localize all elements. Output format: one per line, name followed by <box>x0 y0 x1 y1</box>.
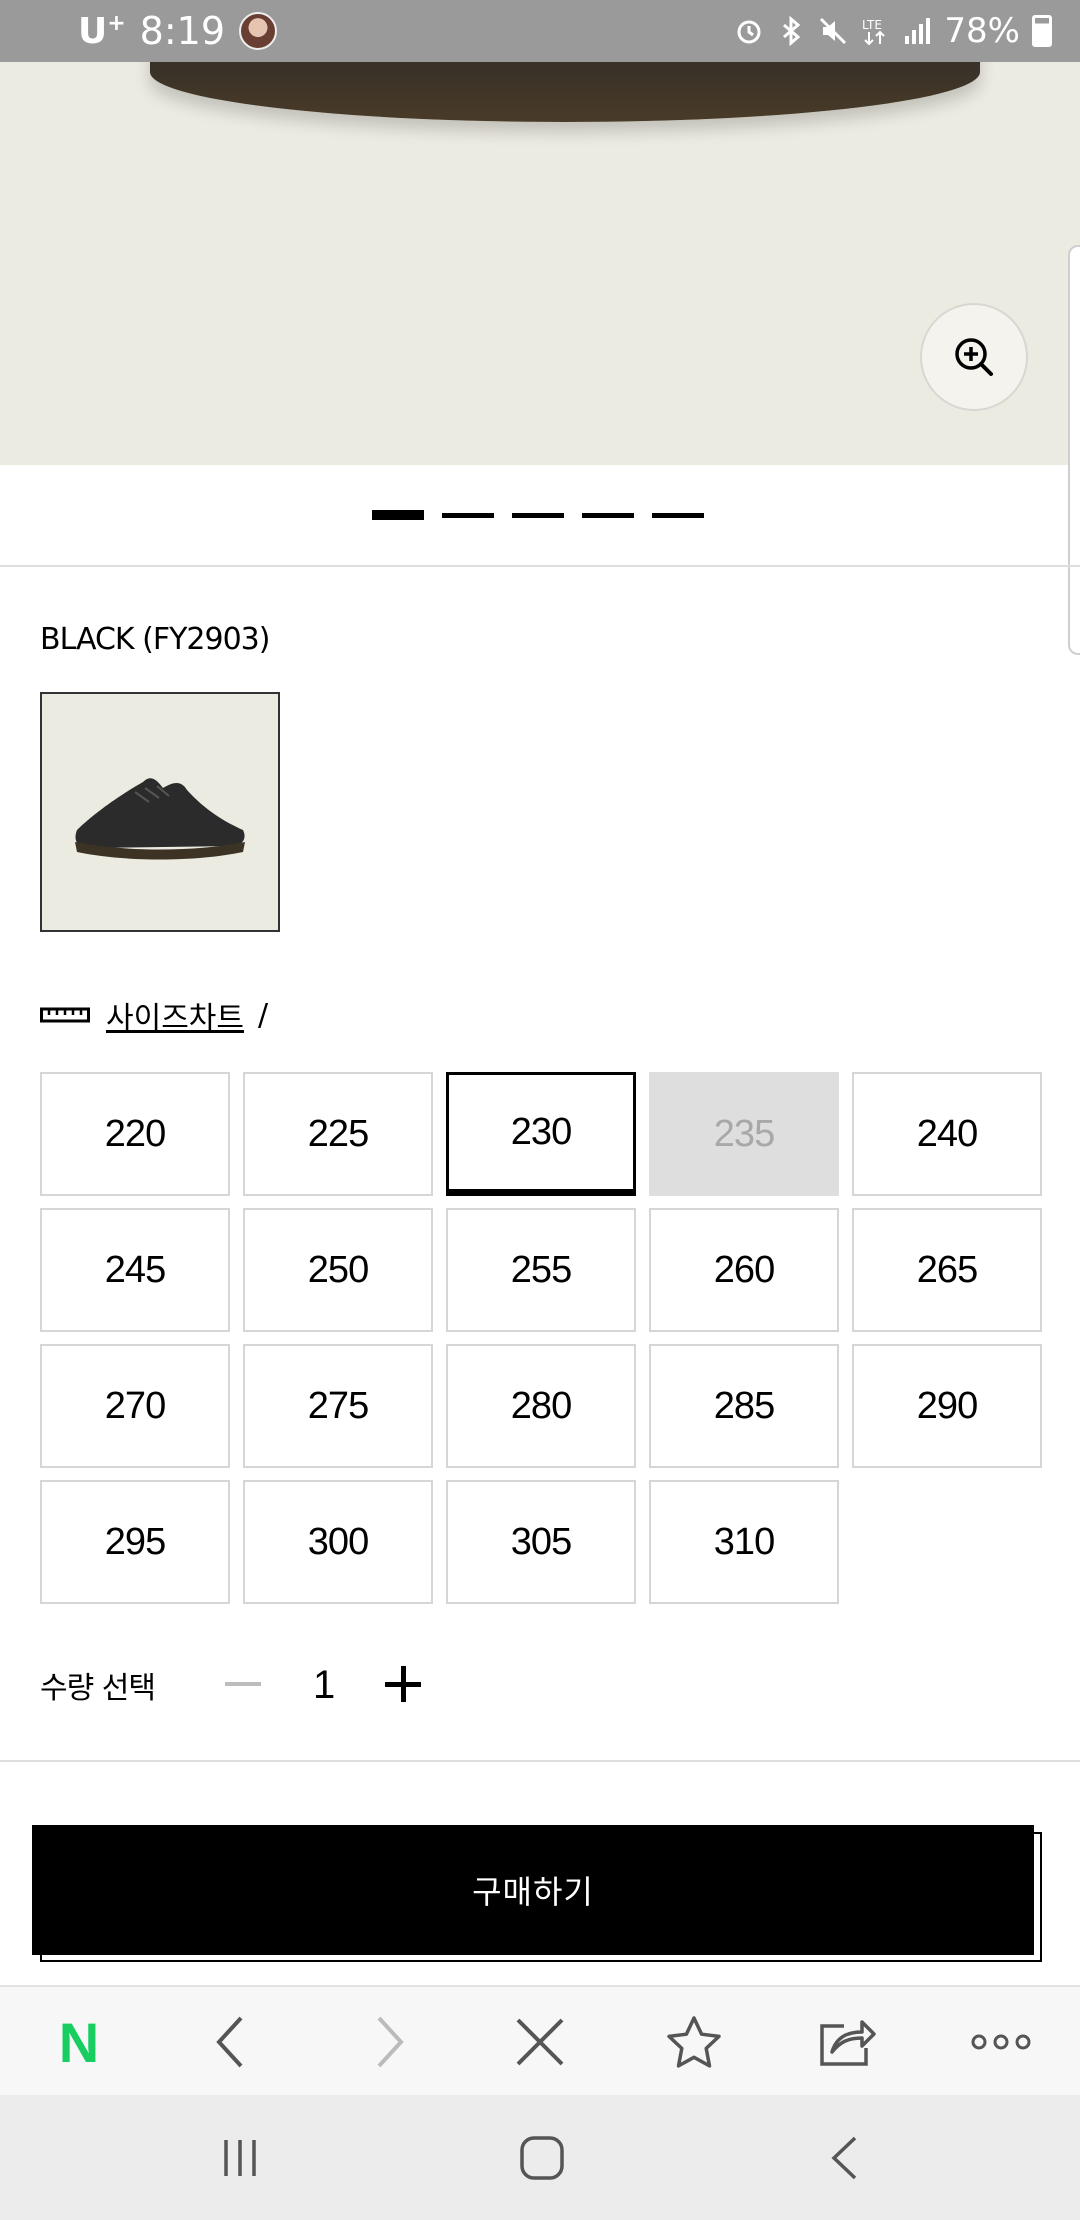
mute-icon <box>820 17 847 45</box>
zoom-in-icon <box>955 338 993 376</box>
pager-dash[interactable] <box>442 513 494 518</box>
divider <box>0 565 1080 567</box>
size-option-280[interactable]: 280 <box>446 1344 636 1468</box>
size-chart-separator: / <box>258 997 269 1033</box>
size-chart-link[interactable]: 사이즈차트 <box>106 993 244 1037</box>
size-option-295[interactable]: 295 <box>40 1480 230 1604</box>
color-label: BLACK (FY2903) <box>40 622 270 657</box>
size-option-220[interactable]: 220 <box>40 1072 230 1196</box>
size-option-305[interactable]: 305 <box>446 1480 636 1604</box>
size-option-245[interactable]: 245 <box>40 1208 230 1332</box>
size-option-255[interactable]: 255 <box>446 1208 636 1332</box>
size-option-270[interactable]: 270 <box>40 1344 230 1468</box>
quantity-row: 수량 선택 1 <box>40 1655 421 1715</box>
signal-icon <box>905 18 931 44</box>
system-nav-bar <box>0 2095 1080 2220</box>
battery-percent: 78% <box>944 11 1020 51</box>
recent-apps-icon <box>224 2139 256 2176</box>
quantity-increase-button[interactable] <box>385 1666 421 1702</box>
size-option-310[interactable]: 310 <box>649 1480 839 1604</box>
size-option-235: 235 <box>649 1072 839 1196</box>
shoe-sole-image <box>150 62 980 122</box>
side-panel-handle[interactable] <box>1068 245 1080 655</box>
product-hero-image[interactable] <box>0 62 1080 465</box>
share-icon <box>820 2020 876 2066</box>
bookmark-button[interactable] <box>639 1987 749 2097</box>
more-icon <box>971 2034 1031 2050</box>
more-button[interactable] <box>946 1987 1056 2097</box>
lte-icon: LTE <box>862 18 886 46</box>
system-back-button[interactable] <box>784 2095 904 2220</box>
close-tab-button[interactable] <box>485 1987 595 2097</box>
size-option-290[interactable]: 290 <box>852 1344 1042 1468</box>
svg-text:LTE: LTE <box>862 18 882 32</box>
star-icon <box>667 2016 721 2068</box>
home-button[interactable] <box>482 2095 602 2220</box>
naver-home-icon: N <box>58 2010 100 2074</box>
size-option-230[interactable]: 230 <box>446 1072 636 1196</box>
battery-icon <box>1032 15 1052 47</box>
size-option-285[interactable]: 285 <box>649 1344 839 1468</box>
size-chart-row: 사이즈차트 / <box>40 990 268 1040</box>
status-time: 8:19 <box>139 9 226 53</box>
close-icon <box>516 2018 564 2066</box>
status-right: LTE 78% <box>734 0 1052 62</box>
browser-toolbar: N <box>0 1985 1080 2095</box>
quantity-decrease-button[interactable] <box>225 1682 261 1686</box>
image-pager <box>372 510 704 520</box>
forward-button[interactable] <box>334 1987 444 2097</box>
color-thumbnail[interactable] <box>40 692 280 932</box>
pager-dash[interactable] <box>512 513 564 518</box>
buy-button[interactable]: 구매하기 <box>32 1825 1034 1955</box>
alarm-icon <box>737 20 761 44</box>
zoom-button[interactable] <box>920 303 1028 411</box>
divider <box>0 1760 1080 1762</box>
naver-home-button[interactable]: N <box>24 1987 134 2097</box>
quantity-value: 1 <box>313 1663 336 1707</box>
size-option-260[interactable]: 260 <box>649 1208 839 1332</box>
pager-dash[interactable] <box>652 513 704 518</box>
size-option-225[interactable]: 225 <box>243 1072 433 1196</box>
status-left: U+ 8:19 <box>78 0 278 62</box>
carrier-label: U+ <box>78 10 126 52</box>
size-option-265[interactable]: 265 <box>852 1208 1042 1332</box>
share-button[interactable] <box>793 1987 903 2097</box>
ruler-icon <box>40 1007 90 1023</box>
size-option-300[interactable]: 300 <box>243 1480 433 1604</box>
back-icon <box>216 2016 243 2068</box>
size-grid: 220 225 230 235 240 245 250 255 260 265 270 275 280 2… <box>40 1072 1042 1604</box>
system-back-icon <box>831 2136 857 2179</box>
pager-dash[interactable] <box>372 510 424 520</box>
size-option-275[interactable]: 275 <box>243 1344 433 1468</box>
forward-icon <box>377 2016 404 2068</box>
status-bar: U+ 8:19 LTE 78% <box>0 0 1080 62</box>
size-option-250[interactable]: 250 <box>243 1208 433 1332</box>
recent-apps-button[interactable] <box>180 2095 300 2220</box>
bluetooth-icon <box>783 16 801 46</box>
pager-dash[interactable] <box>582 513 634 518</box>
avatar <box>239 12 278 50</box>
quantity-label: 수량 선택 <box>40 1671 156 1706</box>
size-option-240[interactable]: 240 <box>852 1072 1042 1196</box>
home-icon <box>520 2135 564 2180</box>
back-button[interactable] <box>176 1987 286 2097</box>
shoe-thumbnail-image <box>75 778 245 860</box>
